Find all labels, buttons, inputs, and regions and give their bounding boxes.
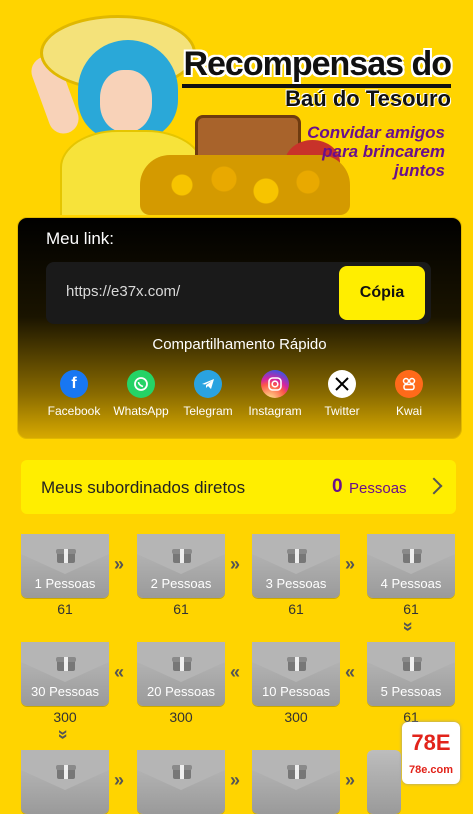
share-whatsapp[interactable]: WhatsApp	[107, 370, 175, 418]
brand-site: 78e.com	[408, 764, 454, 776]
reward-tier-card[interactable]: 10 Pessoas	[252, 642, 340, 706]
treasure-box-icon	[402, 549, 422, 563]
treasure-box-icon	[56, 657, 76, 671]
subordinates-unit: Pessoas	[349, 480, 407, 497]
treasure-box-icon	[287, 657, 307, 671]
invite-link-text[interactable]: https://e37x.com/	[66, 283, 180, 300]
instagram-icon	[261, 370, 289, 398]
facebook-icon: f	[60, 370, 88, 398]
share-facebook[interactable]: f Facebook	[40, 370, 108, 418]
share-kwai[interactable]: Kwai	[375, 370, 443, 418]
direct-subordinates-bar[interactable]: Meus subordinados diretos 0 Pessoas	[21, 460, 456, 514]
whatsapp-icon	[127, 370, 155, 398]
double-chevron-right-icon: »	[114, 770, 125, 790]
treasure-box-icon	[172, 765, 192, 779]
tier-label: 5 Pessoas	[380, 684, 442, 699]
reward-tier-card[interactable]	[252, 750, 340, 814]
tier-label: 10 Pessoas	[262, 684, 330, 699]
reward-tier-card[interactable]: 20 Pessoas	[137, 642, 225, 706]
kwai-icon	[395, 370, 423, 398]
quick-share-title: Compartilhamento Rápido	[152, 336, 327, 353]
treasure-box-icon	[287, 549, 307, 563]
tier-label: 20 Pessoas	[147, 684, 215, 699]
share-twitter[interactable]: Twitter	[308, 370, 376, 418]
invite-link-panel: Meu link: https://e37x.com/ Cópia Compar…	[17, 217, 462, 439]
share-label: WhatsApp	[113, 404, 169, 418]
share-telegram[interactable]: Telegram	[174, 370, 242, 418]
double-chevron-down-icon: »	[398, 621, 419, 632]
brand-logo: 78E	[411, 730, 451, 755]
share-row: f Facebook WhatsApp Telegram Instagram T…	[40, 370, 450, 422]
tier-label: 2 Pessoas	[150, 576, 212, 591]
double-chevron-left-icon: «	[230, 662, 241, 682]
double-chevron-down-icon: »	[53, 729, 74, 740]
reward-tier-card[interactable]: 3 Pessoas	[252, 534, 340, 598]
reward-tier-card[interactable]: 1 Pessoas	[21, 534, 109, 598]
hero-title: Recompensas do	[183, 45, 452, 83]
treasure-box-icon	[172, 549, 192, 563]
tier-label: 30 Pessoas	[31, 684, 99, 699]
tier-reward: 61	[288, 601, 304, 617]
reward-tier-card[interactable]: 30 Pessoas	[21, 642, 109, 706]
double-chevron-right-icon: »	[114, 554, 125, 574]
hero-subtitle: Convidar amigos para brincarem juntos	[307, 123, 445, 180]
double-chevron-right-icon: »	[345, 554, 356, 574]
x-icon	[328, 370, 356, 398]
reward-tier-card[interactable]	[21, 750, 109, 814]
character-face	[100, 70, 152, 132]
tier-label: 4 Pessoas	[380, 576, 442, 591]
reward-tier-card[interactable]: 4 Pessoas	[367, 534, 455, 598]
share-label: Facebook	[47, 404, 101, 418]
copy-button[interactable]: Cópia	[339, 266, 425, 320]
subordinates-count: 0	[332, 476, 343, 497]
tier-label: 3 Pessoas	[265, 576, 327, 591]
tier-reward: 61	[57, 601, 73, 617]
share-label: Twitter	[324, 404, 360, 418]
treasure-box-icon	[56, 765, 76, 779]
treasure-box-icon	[172, 657, 192, 671]
tier-reward: 300	[169, 709, 193, 725]
double-chevron-left-icon: «	[114, 662, 125, 682]
share-label: Instagram	[248, 404, 302, 418]
reward-tier-card[interactable]: 5 Pessoas	[367, 642, 455, 706]
brand-badge[interactable]: 78E 78e.com	[402, 722, 460, 784]
share-label: Telegram	[183, 404, 233, 418]
share-label: Kwai	[395, 404, 422, 418]
reward-tier-card[interactable]	[137, 750, 225, 814]
tier-label: 1 Pessoas	[34, 576, 96, 591]
double-chevron-right-icon: »	[230, 554, 241, 574]
my-link-label: Meu link:	[46, 229, 115, 248]
reward-tier-card[interactable]: 2 Pessoas	[137, 534, 225, 598]
share-instagram[interactable]: Instagram	[241, 370, 309, 418]
telegram-icon	[194, 370, 222, 398]
double-chevron-right-icon: »	[230, 770, 241, 790]
subordinates-label: Meus subordinados diretos	[41, 478, 246, 497]
hero-banner: Recompensas do Baú do Tesouro Convidar a…	[0, 0, 473, 215]
hero-title-secondary: Baú do Tesouro	[285, 86, 451, 111]
tier-reward: 61	[403, 601, 419, 617]
chevron-right-icon	[425, 477, 443, 495]
tier-reward: 300	[284, 709, 308, 725]
link-box: https://e37x.com/ Cópia	[46, 262, 431, 324]
tier-reward: 300	[53, 709, 77, 725]
reward-tier-card[interactable]	[367, 750, 401, 814]
treasure-box-icon	[402, 657, 422, 671]
tier-reward: 61	[173, 601, 189, 617]
double-chevron-left-icon: «	[345, 662, 356, 682]
double-chevron-right-icon: »	[345, 770, 356, 790]
treasure-box-icon	[56, 549, 76, 563]
treasure-box-icon	[287, 765, 307, 779]
